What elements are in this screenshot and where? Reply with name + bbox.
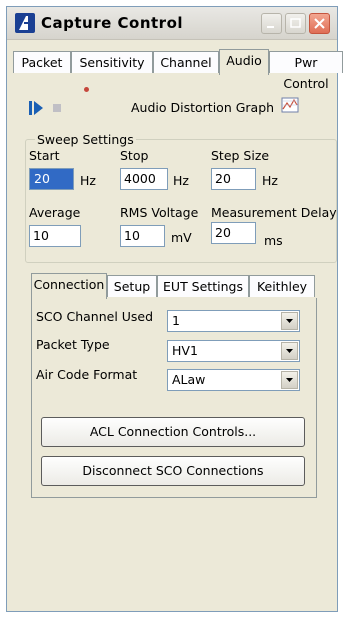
tab-channel[interactable]: Channel bbox=[153, 51, 219, 73]
sco-channel-value: 1 bbox=[172, 313, 180, 328]
start-label: Start bbox=[29, 148, 60, 163]
rms-voltage-field[interactable]: 10 bbox=[120, 225, 165, 247]
tab-keithley[interactable]: Keithley bbox=[249, 275, 315, 297]
graph-icon[interactable] bbox=[281, 97, 299, 113]
rms-voltage-unit: mV bbox=[171, 230, 192, 245]
packet-type-value: HV1 bbox=[172, 343, 198, 358]
chevron-down-icon[interactable] bbox=[281, 312, 298, 330]
maximize-icon bbox=[286, 14, 305, 33]
sco-channel-select[interactable]: 1 bbox=[167, 310, 300, 332]
graph-label: Audio Distortion Graph bbox=[131, 100, 275, 115]
app-icon bbox=[15, 13, 35, 33]
disconnect-sco-connections-button[interactable]: Disconnect SCO Connections bbox=[41, 456, 305, 486]
start-unit: Hz bbox=[80, 173, 96, 188]
tab-sensitivity[interactable]: Sensitivity bbox=[71, 51, 153, 73]
packet-type-select[interactable]: HV1 bbox=[167, 340, 300, 362]
tab-audio[interactable]: Audio bbox=[219, 49, 269, 75]
step-size-field[interactable]: 20 bbox=[211, 168, 256, 190]
average-field[interactable]: 10 bbox=[29, 225, 81, 247]
start-field[interactable]: 20 bbox=[29, 168, 74, 190]
tab-packet[interactable]: Packet bbox=[13, 51, 71, 73]
close-icon bbox=[310, 14, 329, 33]
average-label: Average bbox=[29, 205, 81, 220]
close-button[interactable] bbox=[309, 13, 330, 34]
measurement-delay-unit: ms bbox=[264, 233, 283, 248]
title-bar: Capture Control bbox=[7, 7, 337, 40]
step-size-unit: Hz bbox=[262, 173, 278, 188]
play-icon bbox=[29, 101, 43, 115]
record-indicator bbox=[84, 87, 89, 92]
air-code-format-select[interactable]: ALaw bbox=[167, 369, 300, 391]
sweep-settings-title: Sweep Settings bbox=[35, 132, 136, 147]
tab-pwr-control[interactable]: Pwr Control bbox=[269, 51, 343, 91]
chevron-down-icon[interactable] bbox=[281, 342, 298, 360]
acl-connection-controls-button[interactable]: ACL Connection Controls... bbox=[41, 417, 305, 447]
tab-eut-settings[interactable]: EUT Settings bbox=[157, 275, 249, 297]
chevron-down-icon[interactable] bbox=[281, 371, 298, 389]
air-code-format-label: Air Code Format bbox=[36, 367, 138, 382]
air-code-format-value: ALaw bbox=[172, 372, 206, 387]
step-size-label: Step Size bbox=[211, 148, 270, 163]
sco-channel-label: SCO Channel Used bbox=[36, 309, 154, 324]
window-title: Capture Control bbox=[41, 14, 184, 32]
minimize-icon bbox=[262, 14, 281, 33]
measurement-delay-field[interactable]: 20 bbox=[211, 222, 256, 244]
minimize-button[interactable] bbox=[261, 13, 282, 34]
stop-unit: Hz bbox=[173, 173, 189, 188]
rms-voltage-label: RMS Voltage bbox=[120, 205, 199, 220]
capture-control-window: Capture Control Packet Sensitivity Chann… bbox=[6, 6, 343, 612]
stop-field[interactable]: 4000 bbox=[120, 168, 168, 190]
tab-connection[interactable]: Connection bbox=[31, 273, 107, 299]
stop-label: Stop bbox=[120, 148, 149, 163]
tab-setup[interactable]: Setup bbox=[107, 275, 157, 297]
measurement-delay-label: Measurement Delay bbox=[211, 205, 337, 220]
maximize-button[interactable] bbox=[285, 13, 306, 34]
stop-icon[interactable] bbox=[53, 104, 61, 112]
play-button[interactable] bbox=[29, 101, 43, 115]
packet-type-label: Packet Type bbox=[36, 337, 110, 352]
